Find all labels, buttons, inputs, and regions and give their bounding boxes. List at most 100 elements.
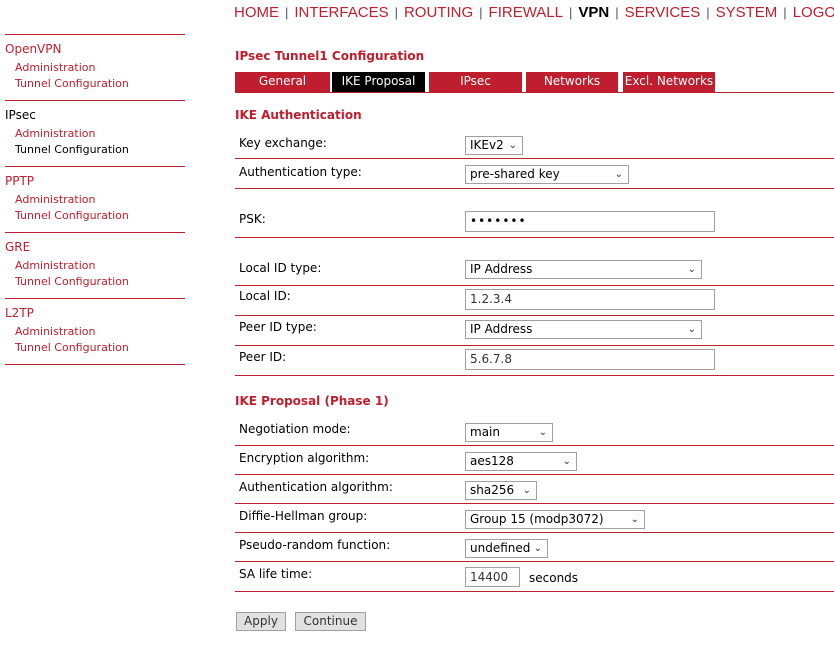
chevron-down-icon: ⌄ [538,427,547,438]
negotiation-mode-label: Negotiation mode: [239,422,351,436]
chevron-down-icon: ⌄ [562,456,571,467]
local-id-type-value: IP Address [470,262,533,276]
sidebar-item-pptp-administration[interactable]: Administration [5,192,185,208]
continue-button[interactable]: Continue [295,612,366,631]
sidebar-item-openvpn-administration[interactable]: Administration [5,60,185,76]
chevron-down-icon: ⌄ [508,140,517,151]
page-title: IPsec Tunnel1 Configuration [235,49,425,63]
row-peer-id-type: Peer ID type: IP Address ⌄ [235,315,834,346]
authentication-algorithm-select[interactable]: sha256 ⌄ [465,481,537,500]
sidebar-group-openvpn: OpenVPN Administration Tunnel Configurat… [5,34,185,100]
nav-vpn[interactable]: VPN [578,4,609,21]
sidebar-group-gre: GRE Administration Tunnel Configuration [5,232,185,298]
chevron-down-icon: ⌄ [522,485,531,496]
row-prf: Pseudo-random function: undefined ⌄ [235,532,834,562]
nav-firewall[interactable]: FIREWALL [489,4,563,21]
nav-routing[interactable]: ROUTING [404,4,473,21]
row-psk: PSK: ••••••• [235,188,834,238]
tab-bar: General IKE Proposal IPsec Networks Excl… [235,72,834,93]
peer-id-type-value: IP Address [470,322,533,336]
row-local-id-type: Local ID type: IP Address ⌄ [235,237,834,286]
tab-general[interactable]: General [235,72,330,92]
row-dh-group: Diffie-Hellman group: Group 15 (modp3072… [235,503,834,533]
sidebar-group-title[interactable]: IPsec [5,107,185,123]
sa-lifetime-unit: seconds [529,571,579,585]
sidebar-group-title[interactable]: L2TP [5,305,185,321]
nav-separator: | [783,5,787,20]
row-local-id: Local ID: 1.2.3.4 [235,285,834,316]
nav-separator: | [479,5,483,20]
key-exchange-value: IKEv2 [470,138,504,152]
prf-value: undefined [470,541,531,555]
peer-id-type-select[interactable]: IP Address ⌄ [465,320,702,339]
dh-group-label: Diffie-Hellman group: [239,509,368,523]
row-key-exchange: Key exchange: IKEv2 ⌄ [235,128,834,159]
sidebar-item-l2tp-administration[interactable]: Administration [5,324,185,340]
authentication-type-value: pre-shared key [470,167,560,181]
dh-group-value: Group 15 (modp3072) [470,512,604,526]
tab-ike-proposal[interactable]: IKE Proposal [332,72,425,92]
sidebar-item-pptp-tunnel-configuration[interactable]: Tunnel Configuration [5,208,185,224]
sidebar-item-l2tp-tunnel-configuration[interactable]: Tunnel Configuration [5,340,185,356]
tab-ipsec[interactable]: IPsec [429,72,522,92]
key-exchange-select[interactable]: IKEv2 ⌄ [465,136,523,155]
sa-lifetime-label: SA life time: [239,567,313,581]
sidebar-item-ipsec-administration[interactable]: Administration [5,126,185,142]
local-id-input[interactable]: 1.2.3.4 [465,289,715,310]
psk-input[interactable]: ••••••• [465,211,715,232]
peer-id-input[interactable]: 5.6.7.8 [465,349,715,370]
tab-networks[interactable]: Networks [526,72,618,92]
authentication-algorithm-label: Authentication algorithm: [239,480,393,494]
row-peer-id: Peer ID: 5.6.7.8 [235,345,834,376]
prf-label: Pseudo-random function: [239,538,391,552]
section-title-ike-authentication: IKE Authentication [235,108,362,122]
apply-button[interactable]: Apply [236,612,286,631]
dh-group-select[interactable]: Group 15 (modp3072) ⌄ [465,510,645,529]
chevron-down-icon: ⌄ [630,514,639,525]
nav-home[interactable]: HOME [234,4,279,21]
encryption-algorithm-label: Encryption algorithm: [239,451,370,465]
tab-excl-networks[interactable]: Excl. Networks [623,72,715,92]
local-id-label: Local ID: [239,289,291,303]
sa-lifetime-input[interactable]: 14400 [465,567,520,587]
sidebar-item-ipsec-tunnel-configuration[interactable]: Tunnel Configuration [5,142,185,158]
section-title-ike-proposal-phase1: IKE Proposal (Phase 1) [235,394,389,408]
nav-separator: | [569,5,573,20]
sidebar-item-gre-administration[interactable]: Administration [5,258,185,274]
authentication-algorithm-value: sha256 [470,483,515,497]
local-id-type-label: Local ID type: [239,261,322,275]
nav-services[interactable]: SERVICES [625,4,701,21]
row-encryption-algorithm: Encryption algorithm: aes128 ⌄ [235,445,834,475]
top-navigation: HOME | INTERFACES | ROUTING | FIREWALL | VPN | SER… [234,4,834,21]
row-authentication-type: Authentication type: pre-shared key ⌄ [235,158,834,189]
nav-separator: | [285,5,289,20]
sidebar-group-title[interactable]: GRE [5,239,185,255]
authentication-type-select[interactable]: pre-shared key ⌄ [465,165,629,184]
sidebar-group-title[interactable]: PPTP [5,173,185,189]
sidebar: OpenVPN Administration Tunnel Configurat… [5,34,185,365]
chevron-down-icon: ⌄ [533,543,542,554]
key-exchange-label: Key exchange: [239,136,327,150]
nav-system[interactable]: SYSTEM [716,4,778,21]
sidebar-group-ipsec: IPsec Administration Tunnel Configuratio… [5,100,185,166]
sidebar-group-l2tp: L2TP Administration Tunnel Configuration [5,298,185,365]
chevron-down-icon: ⌄ [687,264,696,275]
encryption-algorithm-select[interactable]: aes128 ⌄ [465,452,577,471]
negotiation-mode-value: main [470,425,500,439]
nav-logout[interactable]: LOGOUT [793,4,834,21]
sidebar-item-openvpn-tunnel-configuration[interactable]: Tunnel Configuration [5,76,185,92]
negotiation-mode-select[interactable]: main ⌄ [465,423,553,442]
chevron-down-icon: ⌄ [614,169,623,180]
authentication-type-label: Authentication type: [239,165,362,179]
chevron-down-icon: ⌄ [687,324,696,335]
nav-separator: | [706,5,710,20]
nav-interfaces[interactable]: INTERFACES [294,4,388,21]
peer-id-label: Peer ID: [239,350,287,364]
encryption-algorithm-value: aes128 [470,454,514,468]
sidebar-group-pptp: PPTP Administration Tunnel Configuration [5,166,185,232]
row-authentication-algorithm: Authentication algorithm: sha256 ⌄ [235,474,834,504]
sidebar-item-gre-tunnel-configuration[interactable]: Tunnel Configuration [5,274,185,290]
local-id-type-select[interactable]: IP Address ⌄ [465,260,702,279]
prf-select[interactable]: undefined ⌄ [465,539,548,558]
sidebar-group-title[interactable]: OpenVPN [5,41,185,57]
